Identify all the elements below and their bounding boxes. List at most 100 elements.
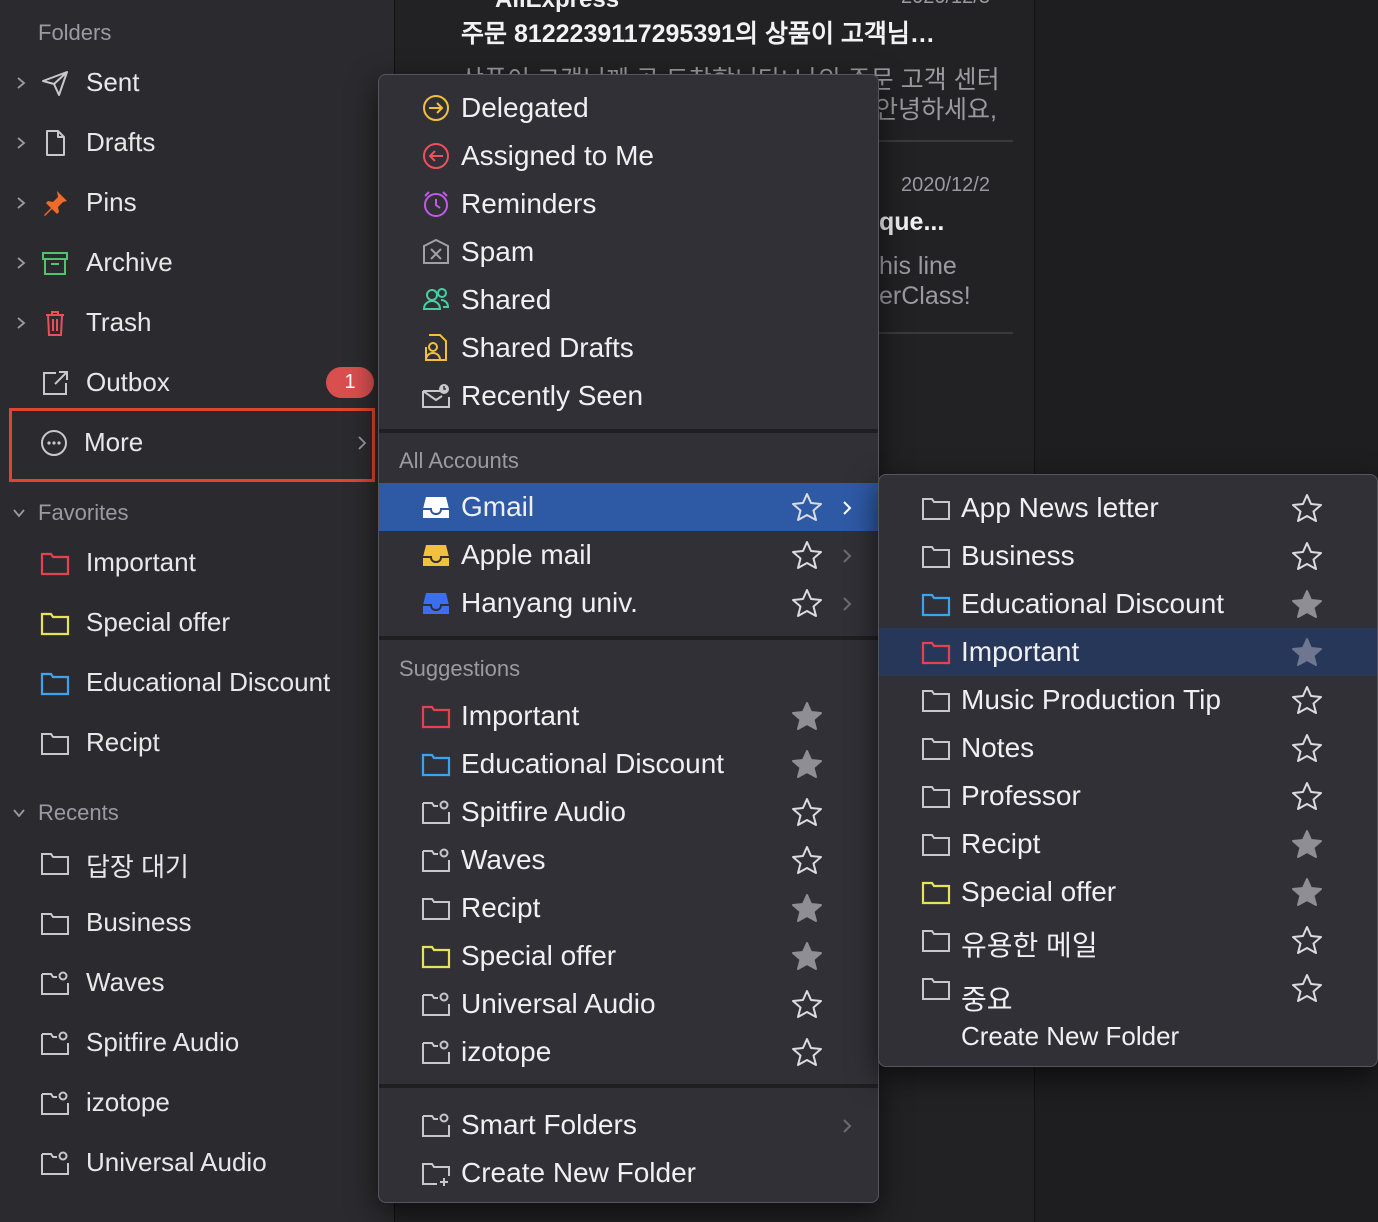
recent-item-business[interactable]: Business <box>0 895 394 951</box>
chevron-down-icon[interactable] <box>12 806 26 820</box>
menu-item-smart-folders[interactable]: Smart Folders <box>379 1101 878 1149</box>
menu-item-assigned-to-me[interactable]: Assigned to Me <box>379 132 878 180</box>
favorite-item-recipt[interactable]: Recipt <box>0 715 394 771</box>
menu-item-suggestion-universal-audio[interactable]: Universal Audio <box>379 980 878 1028</box>
sidebar-item-drafts[interactable]: Drafts <box>0 115 394 171</box>
submenu-item-professor[interactable]: Professor <box>879 772 1377 820</box>
submenu-item-business[interactable]: Business <box>879 532 1377 580</box>
favorite-star-icon[interactable] <box>791 539 823 571</box>
favorite-star-icon[interactable] <box>791 1036 823 1068</box>
submenu-item-create-new-folder[interactable]: Create New Folder <box>879 1013 1377 1061</box>
menu-item-suggestion-waves[interactable]: Waves <box>379 836 878 884</box>
yellow-folder-icon <box>421 945 451 969</box>
chevron-right-icon[interactable] <box>14 255 28 271</box>
chevron-right-icon[interactable] <box>14 135 28 151</box>
recent-item-spitfire-audio[interactable]: Spitfire Audio <box>0 1015 394 1071</box>
favorite-star-icon[interactable] <box>791 587 823 619</box>
favorite-star-filled-icon[interactable] <box>791 748 823 780</box>
menu-item-spam[interactable]: Spam <box>379 228 878 276</box>
chevron-right-icon[interactable] <box>14 75 28 91</box>
menu-item-label: Reminders <box>461 188 597 219</box>
folder-icon <box>922 738 950 760</box>
sidebar-item-archive[interactable]: Archive <box>0 235 394 291</box>
menu-item-reminders[interactable]: Reminders <box>379 180 878 228</box>
submenu-item-important[interactable]: Important <box>879 628 1377 676</box>
menu-item-label: Apple mail <box>461 539 592 570</box>
submenu-item-recipt[interactable]: Recipt <box>879 820 1377 868</box>
sidebar-item-sent[interactable]: Sent <box>0 55 394 111</box>
all-accounts-header: All Accounts <box>399 448 519 473</box>
favorite-star-icon[interactable] <box>1291 972 1323 1004</box>
sidebar-item-label: Business <box>86 907 192 937</box>
favorite-item-special-offer[interactable]: Special offer <box>0 595 394 651</box>
favorite-item-educational-discount[interactable]: Educational Discount <box>0 655 394 711</box>
blue-folder-icon <box>421 753 451 777</box>
recent-item-reply-waiting[interactable]: 답장 대기 <box>0 835 394 891</box>
submenu-item-important-kr[interactable]: 중요 <box>879 964 1377 1015</box>
favorite-star-icon[interactable] <box>1291 540 1323 572</box>
menu-item-suggestion-recipt[interactable]: Recipt <box>379 884 878 932</box>
favorite-star-filled-icon[interactable] <box>791 892 823 924</box>
folder-icon <box>422 898 450 920</box>
message-subject[interactable]: 주문 8122239117295391의 상품이 고객님… <box>461 14 935 50</box>
menu-item-shared-drafts[interactable]: Shared Drafts <box>379 324 878 372</box>
sidebar-item-trash[interactable]: Trash <box>0 295 394 351</box>
archive-box-icon <box>42 252 68 275</box>
menu-item-label: Educational Discount <box>461 748 725 779</box>
recent-item-waves[interactable]: Waves <box>0 955 394 1011</box>
menu-item-create-new-folder[interactable]: Create New Folder <box>379 1149 878 1197</box>
message-subject[interactable]: que... <box>879 208 944 237</box>
submenu-item-special-offer[interactable]: Special offer <box>879 868 1377 916</box>
menu-item-label: Hanyang univ. <box>461 587 638 618</box>
favorite-star-icon[interactable] <box>1291 924 1323 956</box>
favorite-star-icon[interactable] <box>791 796 823 828</box>
menu-item-recently-seen[interactable]: Recently Seen <box>379 372 878 420</box>
chevron-right-icon[interactable] <box>14 315 28 331</box>
chevron-down-icon[interactable] <box>12 506 26 520</box>
more-highlight-outline <box>9 408 375 482</box>
favorite-star-icon[interactable] <box>1291 732 1323 764</box>
menu-item-label: Assigned to Me <box>461 140 654 171</box>
submenu-item-educational-discount[interactable]: Educational Discount <box>879 580 1377 628</box>
favorite-star-filled-icon[interactable] <box>1291 828 1323 860</box>
favorite-star-filled-icon[interactable] <box>791 700 823 732</box>
menu-item-hanyang-univ[interactable]: Hanyang univ. <box>379 579 878 627</box>
folder-icon <box>41 733 69 755</box>
submenu-item-useful-mail[interactable]: 유용한 메일 <box>879 916 1377 964</box>
favorite-star-filled-icon[interactable] <box>1291 588 1323 620</box>
favorite-item-important[interactable]: Important <box>0 535 394 591</box>
menu-item-gmail[interactable]: Gmail <box>379 483 878 531</box>
menu-item-suggestion-izotope[interactable]: izotope <box>379 1028 878 1076</box>
blue-folder-icon <box>40 672 70 696</box>
menu-item-apple-mail[interactable]: Apple mail <box>379 531 878 579</box>
favorite-star-icon[interactable] <box>1291 684 1323 716</box>
favorite-star-filled-icon[interactable] <box>1291 636 1323 668</box>
favorite-star-icon[interactable] <box>1291 492 1323 524</box>
menu-item-suggestion-spitfire-audio[interactable]: Spitfire Audio <box>379 788 878 836</box>
favorite-star-filled-icon[interactable] <box>791 940 823 972</box>
favorite-star-icon[interactable] <box>791 491 823 523</box>
chevron-right-icon[interactable] <box>14 195 28 211</box>
favorite-star-icon[interactable] <box>1291 780 1323 812</box>
favorite-star-icon[interactable] <box>791 844 823 876</box>
blue-folder-icon <box>921 593 951 617</box>
menu-item-label: Notes <box>961 732 1035 763</box>
delegated-arrow-icon <box>423 95 449 121</box>
submenu-item-notes[interactable]: Notes <box>879 724 1377 772</box>
submenu-item-music-production-tip[interactable]: Music Production Tip <box>879 676 1377 724</box>
recent-item-izotope[interactable]: izotope <box>0 1075 394 1131</box>
menu-item-suggestion-important[interactable]: Important <box>379 692 878 740</box>
sidebar-item-label: Educational Discount <box>86 667 331 697</box>
menu-item-shared[interactable]: Shared <box>379 276 878 324</box>
sidebar-item-pins[interactable]: Pins <box>0 175 394 231</box>
menu-item-suggestion-special-offer[interactable]: Special offer <box>379 932 878 980</box>
menu-item-delegated[interactable]: Delegated <box>379 84 878 132</box>
inbox-tray-icon <box>423 545 449 566</box>
menu-item-suggestion-educational-discount[interactable]: Educational Discount <box>379 740 878 788</box>
recent-item-universal-audio[interactable]: Universal Audio <box>0 1135 394 1191</box>
favorite-star-icon[interactable] <box>791 988 823 1020</box>
favorite-star-filled-icon[interactable] <box>1291 876 1323 908</box>
menu-item-label: Special offer <box>961 876 1117 907</box>
submenu-item-app-news-letter[interactable]: App News letter <box>879 484 1377 532</box>
sidebar-item-label: Special offer <box>86 607 231 637</box>
